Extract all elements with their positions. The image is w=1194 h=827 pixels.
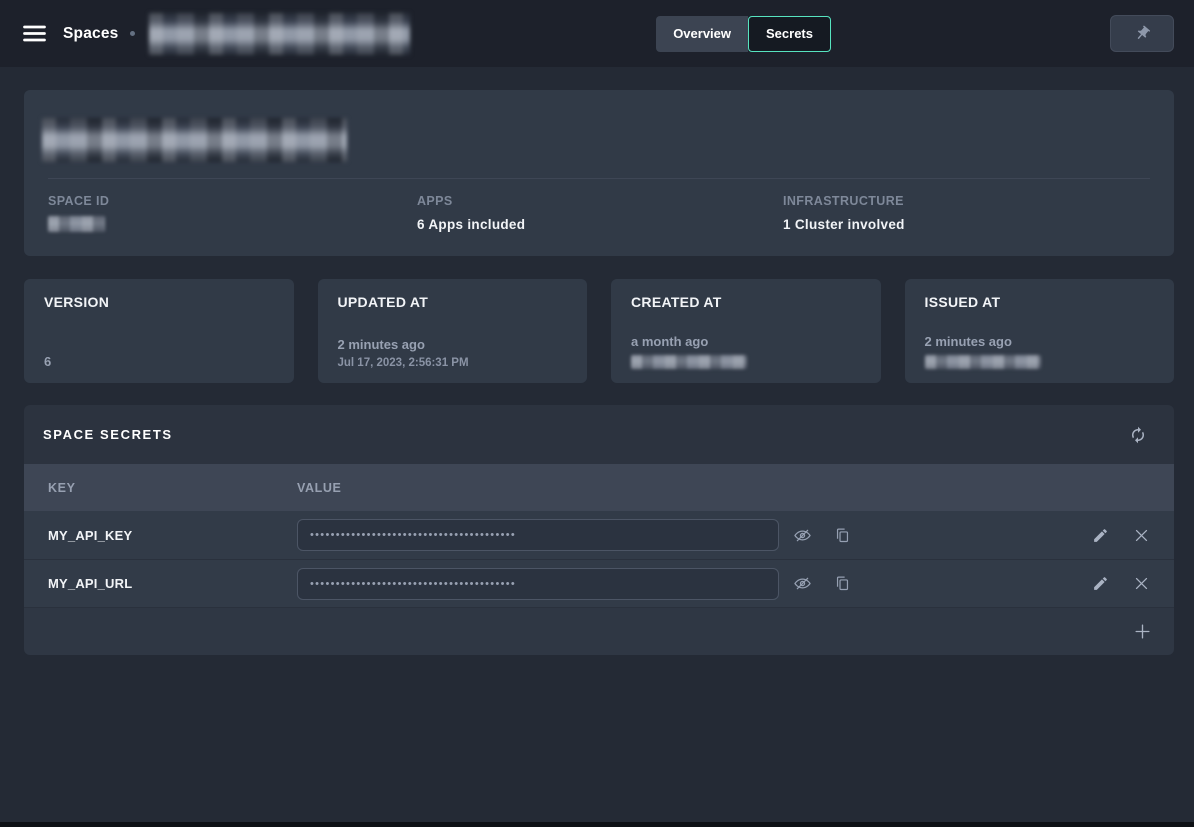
redacted-space-id-value xyxy=(48,216,105,232)
top-bar: Spaces Overview Secrets xyxy=(0,0,1194,67)
version-title: VERSION xyxy=(44,294,274,310)
pushpin-icon xyxy=(1130,22,1154,46)
issued-at-relative: 2 minutes ago xyxy=(925,334,1155,349)
redacted-space-title xyxy=(42,118,347,162)
created-at-title: CREATED AT xyxy=(631,294,861,310)
x-icon xyxy=(1133,527,1150,544)
stat-card-version: VERSION 6 xyxy=(24,279,294,383)
tab-secrets[interactable]: Secrets xyxy=(748,16,831,52)
space-info-card: SPACE ID APPS 6 Apps included INFRASTRUC… xyxy=(24,90,1174,256)
updated-at-timestamp: Jul 17, 2023, 2:56:31 PM xyxy=(338,357,568,369)
secret-key-name: MY_API_KEY xyxy=(48,528,297,543)
column-header-value: VALUE xyxy=(297,481,341,495)
redacted-created-at-timestamp xyxy=(631,355,747,369)
infrastructure-label: INFRASTRUCTURE xyxy=(783,194,1150,208)
redacted-issued-at-timestamp xyxy=(925,355,1041,369)
main-content: SPACE ID APPS 6 Apps included INFRASTRUC… xyxy=(0,67,1194,655)
copy-icon xyxy=(834,527,851,544)
issued-at-title: ISSUED AT xyxy=(925,294,1155,310)
refresh-icon xyxy=(1129,426,1147,444)
x-icon xyxy=(1133,575,1150,592)
plus-icon xyxy=(1133,622,1152,641)
brand-title: Spaces xyxy=(63,25,119,43)
updated-at-relative: 2 minutes ago xyxy=(338,337,568,352)
pin-button[interactable] xyxy=(1110,15,1174,52)
redacted-space-name xyxy=(149,13,410,55)
pencil-icon xyxy=(1092,575,1109,592)
infrastructure-value: 1 Cluster involved xyxy=(783,217,1150,232)
edit-secret-button[interactable] xyxy=(1092,575,1109,592)
row-actions xyxy=(1092,527,1150,544)
stat-cards-row: VERSION 6 UPDATED AT 2 minutes ago Jul 1… xyxy=(24,279,1174,383)
updated-at-title: UPDATED AT xyxy=(338,294,568,310)
secret-row-my-api-url: MY_API_URL xyxy=(24,559,1174,607)
apps-block: APPS 6 Apps included xyxy=(417,194,783,232)
tab-group: Overview Secrets xyxy=(656,16,831,52)
copy-value-button[interactable] xyxy=(834,575,851,592)
apps-value: 6 Apps included xyxy=(417,217,783,232)
space-secrets-section: SPACE SECRETS KEY VALUE MY_API_KEY xyxy=(24,405,1174,655)
secrets-table-header: KEY VALUE xyxy=(24,464,1174,511)
stat-card-created-at: CREATED AT a month ago xyxy=(611,279,881,383)
stat-card-updated-at: UPDATED AT 2 minutes ago Jul 17, 2023, 2… xyxy=(318,279,588,383)
pencil-icon xyxy=(1092,527,1109,544)
delete-secret-button[interactable] xyxy=(1133,575,1150,592)
copy-icon xyxy=(834,575,851,592)
created-at-relative: a month ago xyxy=(631,334,861,349)
add-secret-button[interactable] xyxy=(1133,622,1152,641)
secret-row-my-api-key: MY_API_KEY xyxy=(24,511,1174,559)
secrets-title: SPACE SECRETS xyxy=(43,427,173,442)
toggle-visibility-button[interactable] xyxy=(793,526,812,545)
column-header-key: KEY xyxy=(48,481,297,495)
breadcrumb-dot xyxy=(130,31,135,36)
version-value: 6 xyxy=(44,354,274,369)
copy-value-button[interactable] xyxy=(834,527,851,544)
space-id-block: SPACE ID xyxy=(48,194,417,232)
secrets-header: SPACE SECRETS xyxy=(24,405,1174,464)
secret-key-name: MY_API_URL xyxy=(48,576,297,591)
bottom-edge-bar xyxy=(0,822,1194,827)
space-info-grid: SPACE ID APPS 6 Apps included INFRASTRUC… xyxy=(48,179,1150,232)
infrastructure-block: INFRASTRUCTURE 1 Cluster involved xyxy=(783,194,1150,232)
eye-slash-icon xyxy=(793,526,812,545)
refresh-button[interactable] xyxy=(1129,426,1147,444)
space-id-label: SPACE ID xyxy=(48,194,417,208)
apps-label: APPS xyxy=(417,194,783,208)
secret-value-input[interactable] xyxy=(297,519,779,551)
stat-card-issued-at: ISSUED AT 2 minutes ago xyxy=(905,279,1175,383)
delete-secret-button[interactable] xyxy=(1133,527,1150,544)
toggle-visibility-button[interactable] xyxy=(793,574,812,593)
secret-value-input[interactable] xyxy=(297,568,779,600)
eye-slash-icon xyxy=(793,574,812,593)
row-actions xyxy=(1092,575,1150,592)
hamburger-menu-icon[interactable] xyxy=(20,22,48,46)
secrets-footer xyxy=(24,607,1174,655)
edit-secret-button[interactable] xyxy=(1092,527,1109,544)
tab-overview[interactable]: Overview xyxy=(656,16,748,52)
